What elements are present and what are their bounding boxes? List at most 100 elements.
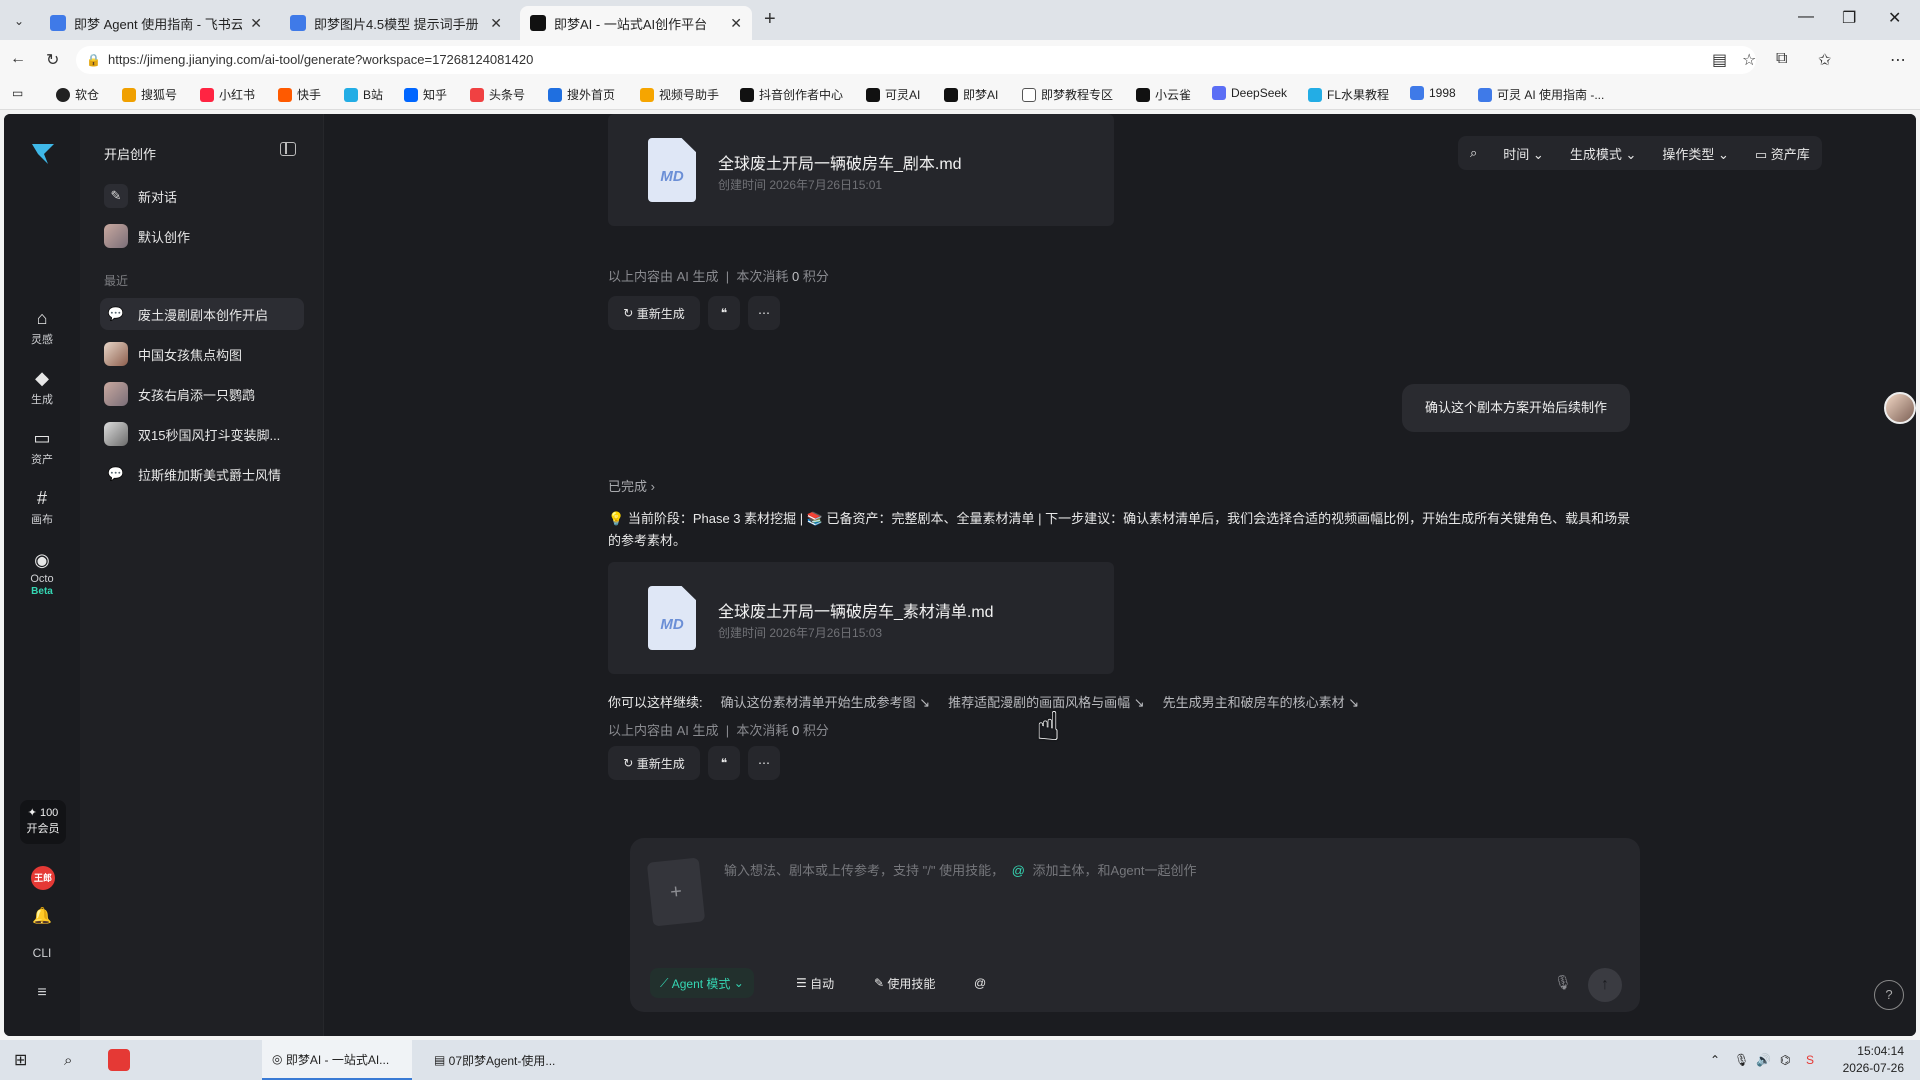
- menu-icon[interactable]: ≡: [4, 984, 80, 1002]
- recent-item[interactable]: 💬 拉斯维加斯美式爵士风情: [100, 458, 304, 490]
- refresh-icon[interactable]: ↻: [46, 50, 59, 70]
- feishu-doc-icon: [290, 15, 306, 31]
- thumbnail: [104, 382, 128, 406]
- bookmark-item[interactable]: 抖音创作者中心: [740, 86, 843, 103]
- send-button[interactable]: ↑: [1588, 968, 1622, 1002]
- new-tab-plus-icon[interactable]: +: [764, 8, 776, 31]
- bookmark-item[interactable]: 头条号: [470, 86, 525, 103]
- recent-item-selected[interactable]: 💬 废土漫剧剧本创作开启: [100, 298, 304, 330]
- composer: + 输入想法、剧本或上传参考，支持 "/" 使用技能， @ 添加主体，和Agen…: [630, 838, 1640, 1012]
- file-card-script[interactable]: MD 全球废土开局一辆破房车_剧本.md 创建时间 2026年7月26日15:0…: [608, 114, 1114, 226]
- collapse-sidebar-icon[interactable]: [280, 142, 296, 156]
- default-creation-item[interactable]: 默认创作: [100, 220, 304, 252]
- bookmark-item[interactable]: 小红书: [200, 86, 255, 103]
- more-menu-icon[interactable]: ⋯: [1890, 50, 1906, 70]
- jimeng-logo-icon: [530, 15, 546, 31]
- bookmark-item[interactable]: FL水果教程: [1308, 86, 1389, 103]
- app-tray-icon[interactable]: S: [1806, 1040, 1814, 1080]
- minimize-icon[interactable]: —: [1798, 8, 1814, 26]
- quote-icon[interactable]: ❝: [708, 296, 740, 330]
- time-filter[interactable]: 时间 ⌄: [1503, 144, 1544, 163]
- rail-generate[interactable]: ◆ 生成: [4, 368, 80, 407]
- mention-button[interactable]: @: [964, 968, 996, 998]
- more-icon[interactable]: ⋯: [748, 746, 780, 780]
- recent-item[interactable]: 中国女孩焦点构图: [100, 338, 304, 370]
- bookmark-item[interactable]: DeepSeek: [1212, 86, 1287, 100]
- rail-octo[interactable]: ◉ Octo Beta: [4, 550, 80, 597]
- bookmark-item[interactable]: 软仓: [56, 86, 99, 103]
- recent-item[interactable]: 双15秒国风打斗变装脚...: [100, 418, 304, 450]
- rail-canvas[interactable]: # 画布: [4, 488, 80, 527]
- tray-chevron-icon[interactable]: ⌃: [1710, 1040, 1720, 1080]
- tab-actions-chevron-icon[interactable]: ⌄: [8, 10, 30, 32]
- bookmark-item[interactable]: 视频号助手: [640, 86, 719, 103]
- close-window-icon[interactable]: ✕: [1888, 8, 1901, 28]
- microphone-icon[interactable]: 🎙: [1554, 974, 1572, 991]
- op-type-filter[interactable]: 操作类型 ⌄: [1662, 144, 1729, 163]
- user-avatar[interactable]: 王郎: [31, 866, 55, 890]
- extensions-icon[interactable]: ⧉: [1776, 50, 1787, 68]
- bookmark-item[interactable]: 可灵AI: [866, 86, 920, 103]
- pinned-app-icon[interactable]: [108, 1040, 130, 1080]
- browser-tab-3-active[interactable]: 即梦AI - 一站式AI创作平台 ✕: [520, 6, 752, 40]
- browser-tab-1[interactable]: 即梦 Agent 使用指南 - 飞书云文档 ✕: [40, 6, 272, 40]
- bookmark-item[interactable]: 知乎: [404, 86, 447, 103]
- bookmark-item[interactable]: 小云雀: [1136, 86, 1191, 103]
- bookmark-item[interactable]: B站: [344, 86, 383, 103]
- favorites-icon[interactable]: ✩: [1818, 50, 1831, 70]
- reader-mode-icon[interactable]: ▤: [1712, 50, 1727, 70]
- rail-inspiration[interactable]: ⌂ 灵感: [4, 308, 80, 347]
- volume-icon[interactable]: 🔊: [1756, 1040, 1771, 1080]
- favorite-star-icon[interactable]: ☆: [1742, 50, 1756, 70]
- regenerate-button[interactable]: ↻ 重新生成: [608, 746, 700, 780]
- bookmark-item[interactable]: 快手: [278, 86, 321, 103]
- browser-tab-2[interactable]: 即梦图片4.5模型 提示词手册 - 飞书 ✕: [280, 6, 512, 40]
- vip-button[interactable]: ✦ 100 开会员: [20, 800, 66, 844]
- file-card-asset-list[interactable]: MD 全球废土开局一辆破房车_素材清单.md 创建时间 2026年7月26日15…: [608, 562, 1114, 674]
- url-input[interactable]: 🔒 https://jimeng.jianying.com/ai-tool/ge…: [76, 46, 1756, 74]
- taskbar-edge-app[interactable]: ◎ 即梦AI - 一站式AI...: [262, 1040, 412, 1080]
- browser-addressbar: ← ↻ 🔒 https://jimeng.jianying.com/ai-too…: [0, 40, 1920, 110]
- back-arrow-icon[interactable]: ←: [10, 50, 26, 68]
- close-tab-icon[interactable]: ✕: [730, 15, 742, 32]
- new-chat-button[interactable]: ✎ 新对话: [100, 180, 304, 212]
- bookmark-item[interactable]: 即梦AI: [944, 86, 998, 103]
- bookmark-item[interactable]: 可灵 AI 使用指南 -...: [1478, 86, 1604, 103]
- network-icon[interactable]: ⌬: [1780, 1040, 1790, 1080]
- close-tab-icon[interactable]: ✕: [490, 15, 502, 32]
- agent-mode-dropdown[interactable]: ⟋ Agent 模式 ⌄: [650, 968, 754, 998]
- bell-icon[interactable]: 🔔: [4, 906, 80, 926]
- folder-icon: ▭: [33, 428, 51, 448]
- taskbar-doc-app[interactable]: ▤ 07即梦Agent-使用...: [424, 1040, 574, 1080]
- prompt-input[interactable]: 输入想法、剧本或上传参考，支持 "/" 使用技能， @ 添加主体，和Agent一…: [724, 860, 1197, 879]
- more-icon[interactable]: ⋯: [748, 296, 780, 330]
- suggestion-chip[interactable]: 确认这份素材清单开始生成参考图 ↘: [721, 692, 931, 711]
- bookmarks-folder-icon[interactable]: ▭: [12, 86, 23, 100]
- bookmark-item[interactable]: 搜外首页: [548, 86, 615, 103]
- bookmark-item[interactable]: 搜狐号: [122, 86, 177, 103]
- assets-button[interactable]: ▭ 资产库: [1755, 144, 1810, 163]
- bookmark-item[interactable]: 即梦教程专区: [1022, 86, 1113, 103]
- auto-button[interactable]: ☰ 自动: [786, 968, 844, 998]
- clock[interactable]: 15:04:14 2026-07-26: [1838, 1043, 1904, 1077]
- windows-start-icon[interactable]: ⊞: [14, 1040, 27, 1080]
- quote-icon[interactable]: ❝: [708, 746, 740, 780]
- recent-item[interactable]: 女孩右肩添一只鹦鹉: [100, 378, 304, 410]
- suggestion-chip[interactable]: 先生成男主和破房车的核心素材 ↘: [1163, 692, 1360, 711]
- close-tab-icon[interactable]: ✕: [250, 15, 262, 32]
- mic-tray-icon[interactable]: 🎙: [1734, 1040, 1749, 1080]
- mode-filter[interactable]: 生成模式 ⌄: [1570, 144, 1637, 163]
- completed-toggle[interactable]: 已完成 ›: [608, 476, 655, 495]
- bookmark-item[interactable]: 1998: [1410, 86, 1456, 100]
- cli-button[interactable]: CLI: [4, 946, 80, 960]
- jimeng-logo-icon[interactable]: [30, 140, 56, 166]
- search-icon[interactable]: ⌕: [1470, 145, 1477, 161]
- upload-plus-button[interactable]: +: [646, 857, 706, 927]
- skills-button[interactable]: ✎ 使用技能: [864, 968, 945, 998]
- regenerate-button[interactable]: ↻ 重新生成: [608, 296, 700, 330]
- restore-icon[interactable]: ❐: [1842, 8, 1856, 28]
- search-icon[interactable]: ⌕: [64, 1040, 72, 1080]
- chat-bubble-icon: 💬: [107, 466, 125, 481]
- rail-assets[interactable]: ▭ 资产: [4, 428, 80, 467]
- help-icon[interactable]: ?: [1874, 980, 1904, 1010]
